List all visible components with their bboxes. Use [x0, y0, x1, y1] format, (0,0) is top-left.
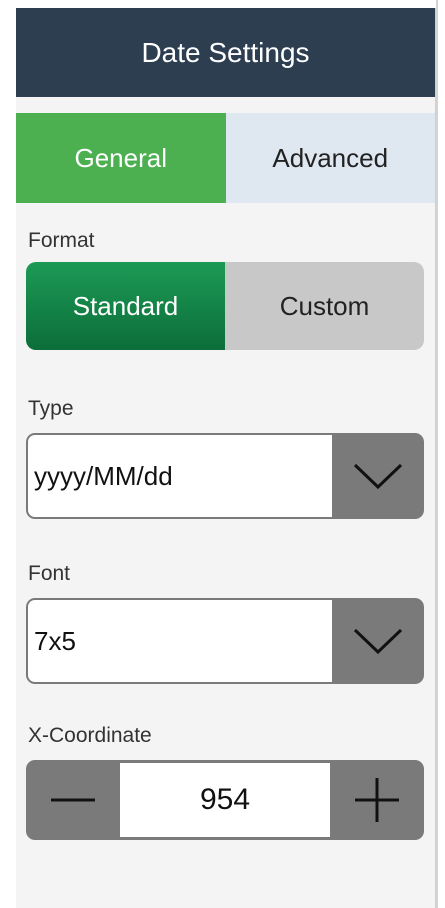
x-coordinate-label: X-Coordinate — [28, 724, 152, 747]
tab-general-label: General — [74, 142, 168, 173]
font-dropdown[interactable]: 7x5 — [26, 598, 424, 684]
format-segmented-control: Standard Custom — [26, 262, 424, 350]
format-custom-option[interactable]: Custom — [225, 262, 424, 350]
tab-bar: General Advanced — [16, 113, 435, 203]
chevron-down-icon[interactable] — [332, 433, 424, 519]
page-title: Date Settings — [141, 36, 310, 68]
plus-icon — [355, 778, 399, 822]
type-dropdown-value: yyyy/MM/dd — [28, 435, 332, 517]
format-standard-label: Standard — [72, 290, 179, 321]
increment-button[interactable] — [330, 760, 424, 840]
x-coordinate-stepper: 954 — [26, 760, 424, 840]
format-standard-option[interactable]: Standard — [26, 262, 225, 350]
font-dropdown-value: 7x5 — [28, 600, 332, 682]
tab-advanced[interactable]: Advanced — [225, 113, 435, 203]
x-coordinate-input[interactable]: 954 — [120, 763, 330, 837]
font-label: Font — [28, 562, 71, 585]
chevron-down-icon[interactable] — [332, 598, 424, 684]
format-custom-label: Custom — [279, 290, 370, 321]
format-label: Format — [28, 229, 95, 252]
decrement-button[interactable] — [26, 760, 120, 840]
minus-icon — [51, 798, 95, 802]
panel-header: Date Settings — [16, 8, 435, 97]
panel-edge-divider — [436, 0, 438, 908]
tab-advanced-label: Advanced — [272, 142, 389, 173]
tab-general[interactable]: General — [16, 113, 226, 203]
type-label: Type — [28, 397, 74, 420]
type-dropdown[interactable]: yyyy/MM/dd — [26, 433, 424, 519]
